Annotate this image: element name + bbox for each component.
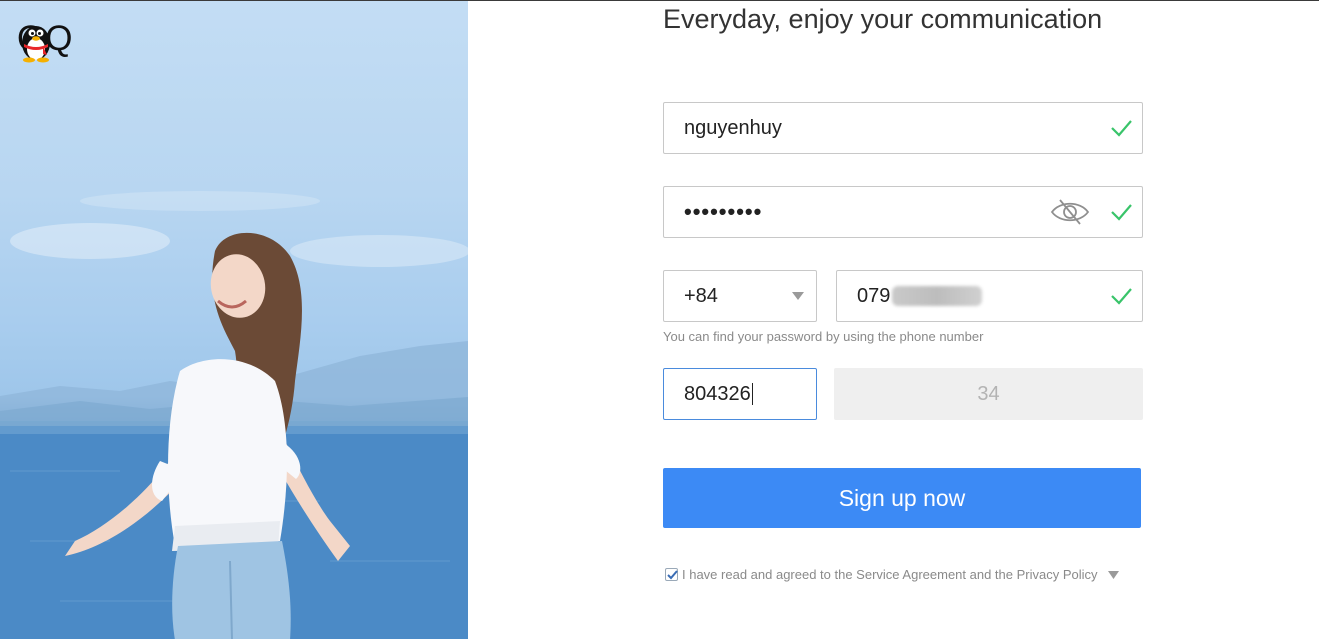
agreement-checkbox[interactable] <box>665 568 678 581</box>
checkmark-icon <box>667 570 678 580</box>
chevron-down-icon[interactable] <box>1107 570 1119 579</box>
agreement-text[interactable]: I have read and agreed to the Service Ag… <box>682 567 1098 582</box>
brand: QQ <box>17 19 73 63</box>
agreement-row: I have read and agreed to the Service Ag… <box>665 567 1119 582</box>
text-caret <box>751 383 753 406</box>
phone-prefix: 079 <box>857 284 891 307</box>
country-code-value: +84 <box>684 284 718 307</box>
username-field[interactable]: nguyenhuy <box>663 102 1143 154</box>
verification-code-text: 804326 <box>684 382 751 405</box>
signup-page: QQ Everyday, enjoy your communication ng… <box>0 0 1319 639</box>
hero-panel: QQ <box>0 1 468 639</box>
eye-off-icon[interactable] <box>1050 198 1090 226</box>
country-code-select[interactable]: +84 <box>663 270 817 322</box>
username-value: nguyenhuy <box>684 116 782 139</box>
hero-image <box>0 191 468 639</box>
page-headline: Everyday, enjoy your communication <box>663 4 1103 34</box>
phone-hint: You can find your password by using the … <box>663 329 984 344</box>
signup-button[interactable]: Sign up now <box>663 468 1141 528</box>
resend-code-button[interactable]: 34 <box>834 368 1143 420</box>
password-value: ••••••••• <box>684 199 763 224</box>
valid-check-icon <box>1111 204 1132 221</box>
chevron-down-icon <box>792 292 804 300</box>
verification-code-field[interactable]: 804326 <box>663 368 817 420</box>
valid-check-icon <box>1111 288 1132 305</box>
qq-penguin-icon <box>22 26 50 63</box>
redacted-phone-digits <box>892 286 983 307</box>
phone-field[interactable]: 079 <box>836 270 1143 322</box>
phone-value: 079 <box>837 284 983 308</box>
verification-code-value: 804326 <box>664 383 753 406</box>
password-field[interactable]: ••••••••• <box>663 186 1143 238</box>
valid-check-icon <box>1111 120 1132 137</box>
